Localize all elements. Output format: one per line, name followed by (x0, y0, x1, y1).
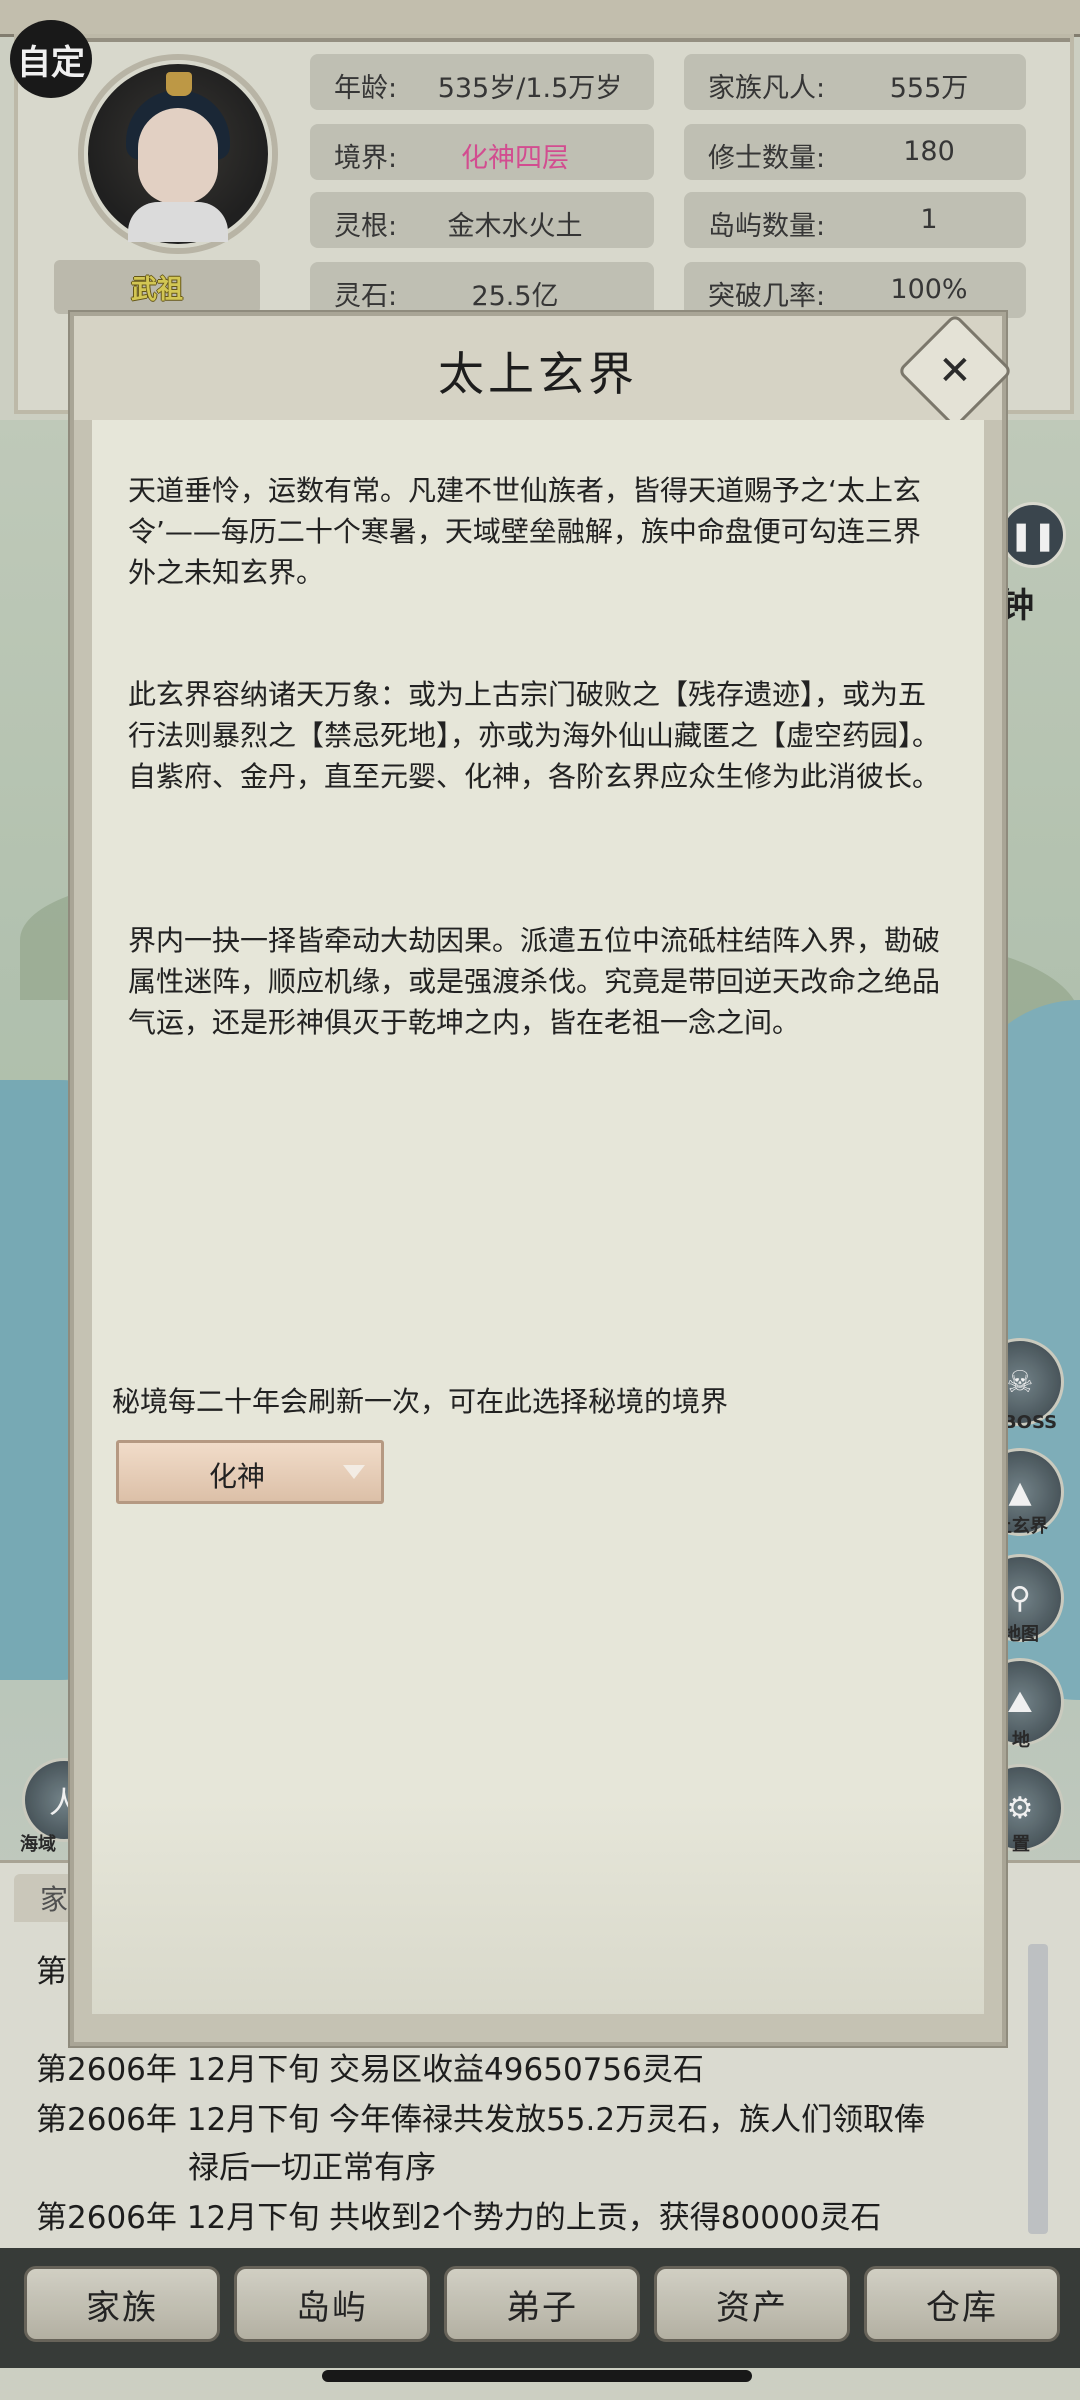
close-icon: ✕ (938, 347, 972, 394)
dialog-body: 天道垂怜，运数有常。凡建不世仙族者，皆得天道赐予之‘太上玄令’——每历二十个寒暑… (92, 420, 984, 2014)
lore-paragraph: 此玄界容纳诸天万象：或为上古宗门破败之【残存遗迹】，或为五行法则暴烈之【禁忌死地… (128, 678, 941, 793)
refresh-hint: 秘境每二十年会刷新一次，可在此选择秘境的境界 (112, 1385, 729, 1418)
dialog-header: 太上玄界 ✕ (74, 313, 1013, 429)
close-button[interactable]: ✕ (897, 313, 1013, 429)
realm-select[interactable]: 化神 (116, 1440, 384, 1504)
lore-paragraph: 界内一抉一择皆牵动大劫因果。派遣五位中流砥柱结阵入界，勘破属性迷阵，顺应机缘，或… (128, 924, 941, 1039)
chevron-down-icon (343, 1465, 365, 1479)
lore-paragraph: 天道垂怜，运数有常。凡建不世仙族者，皆得天道赐予之‘太上玄令’——每历二十个寒暑… (128, 474, 921, 589)
landscape-watermark (92, 1800, 984, 2014)
realm-select-value: 化神 (209, 1460, 266, 1493)
realm-dialog: 太上玄界 ✕ 天道垂怜，运数有常。凡建不世仙族者，皆得天道赐予之‘太上玄令’——… (70, 312, 1013, 2046)
dialog-title: 太上玄界 (438, 347, 638, 401)
